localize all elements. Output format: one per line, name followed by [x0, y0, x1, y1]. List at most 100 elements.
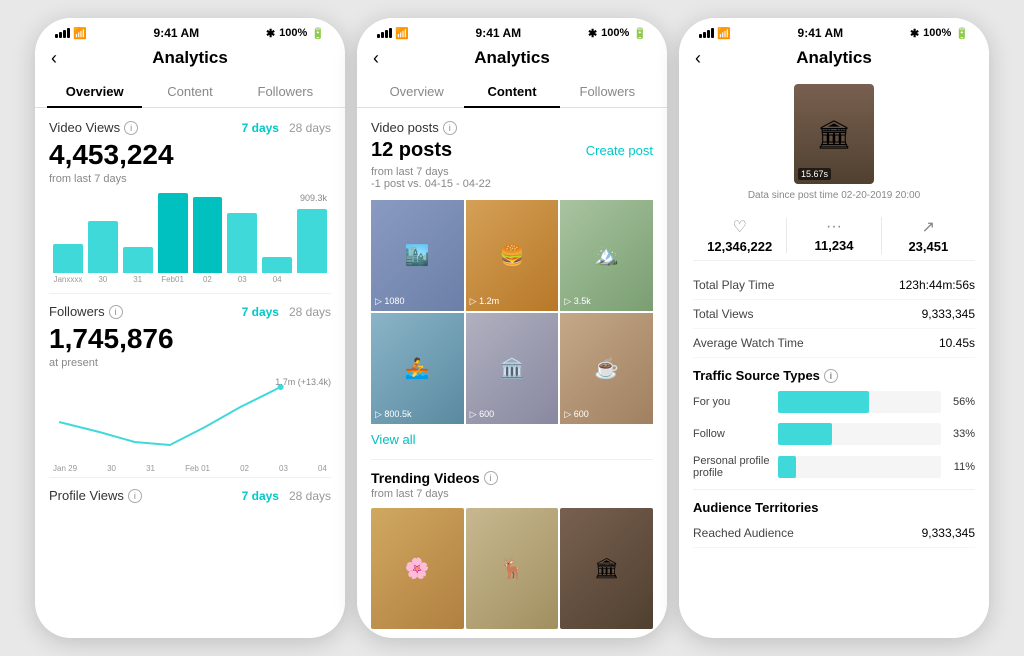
divider-1: [49, 293, 331, 294]
profile-views-label: Profile Views i: [49, 488, 142, 503]
video-count-4: ▷ 800.5k: [375, 409, 411, 420]
profile-views-info-icon[interactable]: i: [128, 489, 142, 503]
audience-section: Audience Territories Reached Audience 9,…: [693, 489, 975, 548]
tab-content-2[interactable]: Content: [464, 76, 559, 107]
traffic-follow-bar: [778, 423, 832, 445]
shares-count: 23,451: [882, 239, 975, 254]
bluetooth-icon-3: ✱: [910, 27, 919, 40]
wifi-icon-3: 📶: [717, 27, 731, 40]
total-views-label: Total Views: [693, 307, 753, 321]
divider-3: [371, 459, 653, 460]
page-title-3: Analytics: [796, 48, 872, 68]
status-time-3: 9:41 AM: [798, 26, 844, 40]
video-views-28days[interactable]: 28 days: [289, 121, 331, 135]
battery-icon-2: 🔋: [633, 27, 647, 40]
tab-overview-1[interactable]: Overview: [47, 76, 142, 107]
video-thumb-3[interactable]: 🏔️ ▷ 3.5k: [560, 200, 653, 311]
heart-icon: ♡: [693, 217, 786, 237]
video-posts-info-icon[interactable]: i: [443, 121, 457, 135]
back-button-2[interactable]: ‹: [373, 48, 379, 69]
bar-chart-top-label: 909.3k: [300, 193, 327, 203]
bar-2: [88, 221, 118, 273]
reached-audience-row: Reached Audience 9,333,345: [693, 519, 975, 548]
create-post-button[interactable]: Create post: [586, 143, 653, 158]
video-count-2: ▷ 1.2m: [470, 296, 499, 307]
traffic-follow-label: Follow: [693, 428, 778, 440]
phones-container: 📶 9:41 AM ✱ 100% 🔋 ‹ Analytics Overview …: [0, 0, 1024, 656]
phone-content-1: Video Views i 7 days 28 days 4,453,224 f…: [35, 108, 345, 638]
trending-sub: from last 7 days: [371, 488, 653, 500]
status-bar-1: 📶 9:41 AM ✱ 100% 🔋: [35, 18, 345, 44]
video-thumb-5[interactable]: 🏛️ ▷ 600: [466, 313, 559, 424]
profile-views-28days[interactable]: 28 days: [289, 489, 331, 503]
video-thumb-1[interactable]: 🏙️ ▷ 1080: [371, 200, 464, 311]
status-time-1: 9:41 AM: [154, 26, 200, 40]
battery-label-3: 100%: [923, 27, 951, 39]
video-grid: 🏙️ ▷ 1080 🍔 ▷ 1.2m 🏔️ ▷ 3.5k: [371, 200, 653, 424]
total-views-value: 9,333,345: [922, 307, 975, 321]
tab-followers-2[interactable]: Followers: [560, 76, 655, 107]
traffic-info-icon[interactable]: i: [824, 369, 838, 383]
traffic-personal-bar: [778, 456, 796, 478]
followers-7days[interactable]: 7 days: [242, 305, 279, 319]
trending-info-icon[interactable]: i: [484, 471, 498, 485]
page-title-2: Analytics: [474, 48, 550, 68]
divider-2: [49, 477, 331, 478]
tab-content-1[interactable]: Content: [142, 76, 237, 107]
reached-audience-value: 9,333,345: [922, 526, 975, 540]
battery-label-2: 100%: [601, 27, 629, 39]
posts-count: 12 posts: [371, 139, 452, 162]
video-thumb-4[interactable]: 🚣 ▷ 800.5k: [371, 313, 464, 424]
tabs-1: Overview Content Followers: [35, 76, 345, 108]
traffic-personal-label: Personal profile profile: [693, 455, 778, 479]
stat-likes: ♡ 12,346,222: [693, 217, 786, 254]
video-views-info-icon[interactable]: i: [124, 121, 138, 135]
traffic-personal-pct: 11%: [947, 461, 975, 473]
bar-7: [262, 257, 292, 273]
profile-views-header: Profile Views i 7 days 28 days: [49, 488, 331, 503]
likes-count: 12,346,222: [693, 239, 786, 254]
total-play-time-row: Total Play Time 123h:44m:56s: [693, 271, 975, 300]
view-all-button[interactable]: View all: [371, 432, 653, 447]
trending-thumb-1[interactable]: 🌸: [371, 508, 464, 628]
audience-title: Audience Territories: [693, 500, 975, 515]
trending-thumb-2[interactable]: 🦌: [466, 508, 559, 628]
video-posts-label: Video posts i: [371, 120, 457, 135]
total-play-time-label: Total Play Time: [693, 278, 774, 292]
video-views-sublabel: from last 7 days: [49, 173, 331, 185]
trending-grid: 🌸 🦌 🏛: [371, 508, 653, 628]
traffic-follow-bar-bg: [778, 423, 941, 445]
trending-header: Trending Videos i: [371, 470, 653, 486]
video-thumb-6[interactable]: ☕ ▷ 600: [560, 313, 653, 424]
video-views-chart: 909.3k Janxxxx 30 31 Feb01 02: [49, 193, 331, 283]
battery-icon-1: 🔋: [311, 27, 325, 40]
stat-comments: ··· 11,234: [786, 218, 880, 253]
wifi-icon-2: 📶: [395, 27, 409, 40]
followers-number: 1,745,876: [49, 323, 331, 355]
followers-28days[interactable]: 28 days: [289, 305, 331, 319]
video-thumbnail-large[interactable]: 🏛 15.67s: [794, 84, 874, 184]
tab-followers-1[interactable]: Followers: [238, 76, 333, 107]
bar-chart-inner: [49, 193, 331, 273]
video-thumb-2[interactable]: 🍔 ▷ 1.2m: [466, 200, 559, 311]
avg-watch-time-value: 10.45s: [939, 336, 975, 350]
back-button-3[interactable]: ‹: [695, 48, 701, 69]
tab-overview-2[interactable]: Overview: [369, 76, 464, 107]
trending-title: Trending Videos: [371, 470, 480, 486]
bluetooth-icon: ✱: [266, 27, 275, 40]
traffic-foryou-label: For you: [693, 396, 778, 408]
total-views-row: Total Views 9,333,345: [693, 300, 975, 329]
status-left-2: 📶: [377, 27, 409, 40]
trending-thumb-3[interactable]: 🏛: [560, 508, 653, 628]
posts-meta-1: from last 7 days -1 post vs. 04-15 - 04-…: [371, 166, 653, 190]
status-bar-2: 📶 9:41 AM ✱ 100% 🔋: [357, 18, 667, 44]
video-views-7days[interactable]: 7 days: [242, 121, 279, 135]
video-count-3: ▷ 3.5k: [564, 296, 590, 307]
status-left-1: 📶: [55, 27, 87, 40]
followers-info-icon[interactable]: i: [109, 305, 123, 319]
bar-labels: Janxxxx 30 31 Feb01 02 03 04: [49, 275, 331, 284]
profile-views-time-filters: 7 days 28 days: [242, 489, 331, 503]
profile-views-7days[interactable]: 7 days: [242, 489, 279, 503]
divider-4: [693, 489, 975, 490]
back-button-1[interactable]: ‹: [51, 48, 57, 69]
